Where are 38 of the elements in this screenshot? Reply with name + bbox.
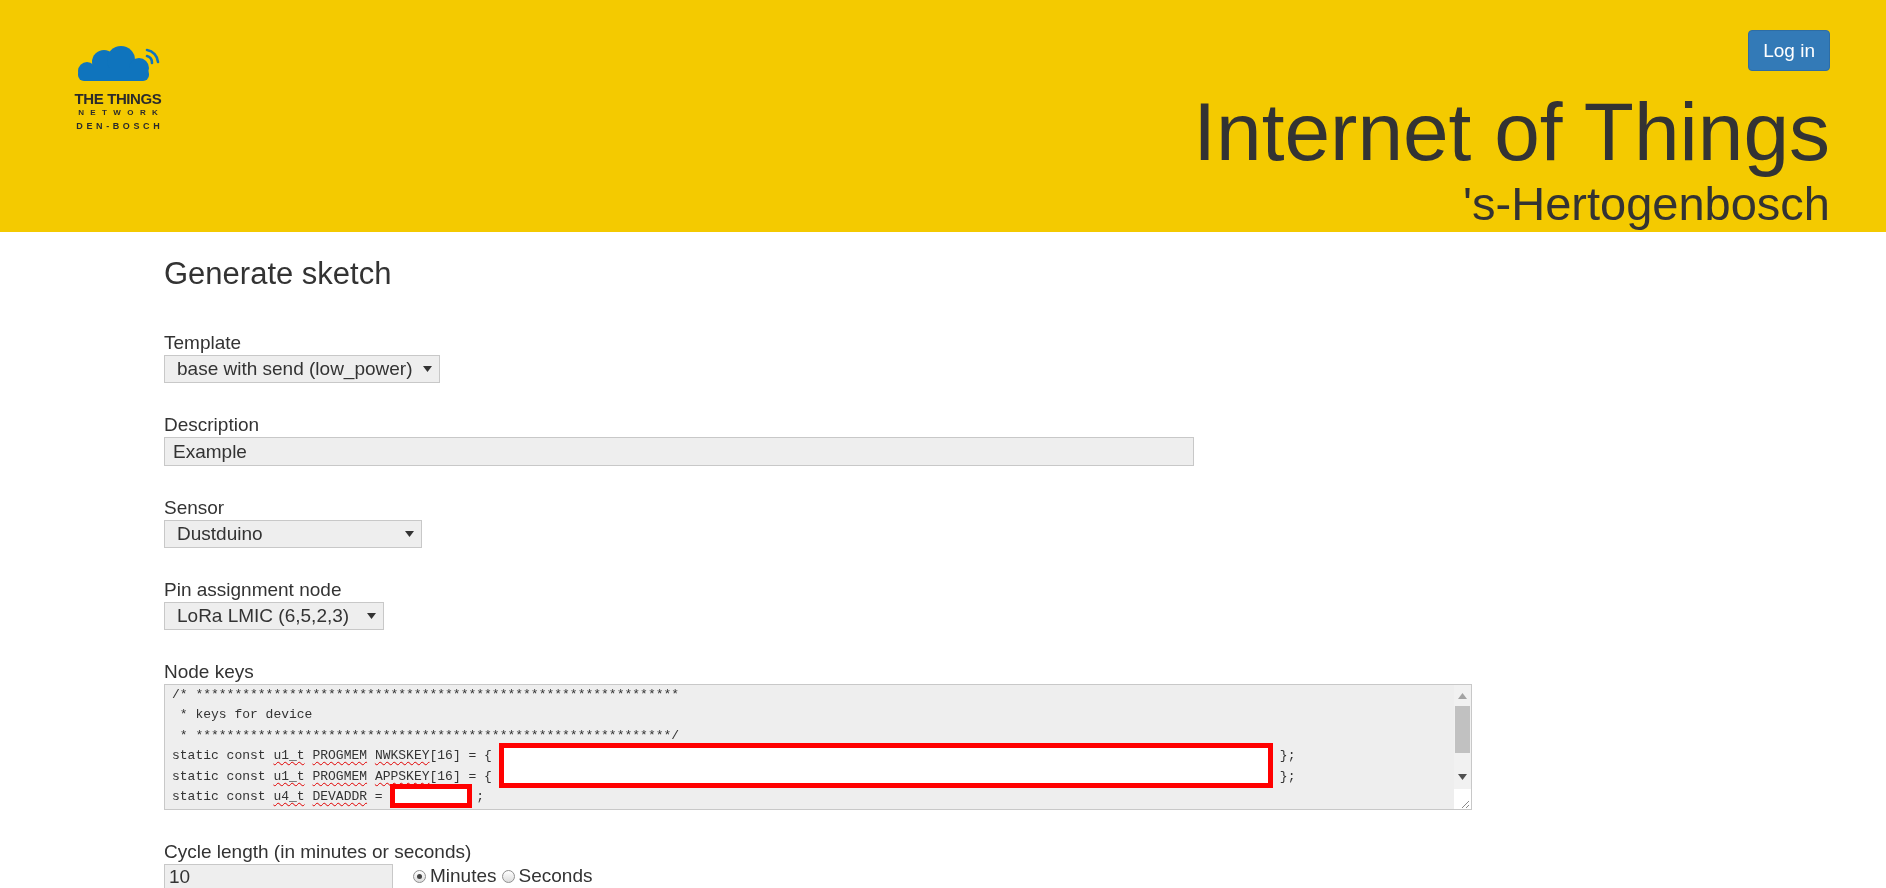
caret-icon [422,366,432,372]
logo-text: DEN-BOSCH [76,121,164,132]
code-line: static const u1_t PROGMEM APPSKEY[16] = { [172,768,492,784]
code-line: static const u4_t DEVADDR = [172,788,384,804]
login-button[interactable]: Log in [1748,30,1830,71]
scroll-down-icon[interactable] [1458,774,1467,780]
code-line: * keys for device [178,707,313,723]
logo-text: THE THINGS [74,91,162,106]
field-label: Cycle length (in minutes or seconds) [164,840,472,864]
cloud-signal-icon [75,46,161,81]
radio-label[interactable]: Seconds [518,865,593,887]
dropdown[interactable]: base with send (low_power) [164,355,440,383]
code-line: static const u1_t PROGMEM NWKSKEY[16] = { [172,748,492,764]
field-label: Description [164,413,260,437]
code-text-area[interactable] [164,684,1472,810]
radio-button[interactable] [413,869,426,883]
field-label: Template [164,331,242,355]
logo-text: NETWORK [78,108,165,118]
text-field[interactable]: Example [164,437,1194,466]
scrollbar-thumb[interactable] [1455,706,1470,753]
caret-icon [405,531,414,537]
caret-icon [367,613,376,619]
page-heading: Generate sketch [164,257,392,291]
number-field[interactable]: 10 [164,864,393,888]
field-label: Sensor [164,496,225,520]
code-text: }; [1279,748,1296,764]
radio-label[interactable]: Minutes [430,865,497,887]
scroll-up-icon[interactable] [1458,693,1467,699]
code-text: ; [476,788,485,804]
code-text: }; [1279,768,1296,784]
dropdown[interactable]: LoRa LMIC (6,5,2,3) [164,602,384,630]
resize-grip-icon[interactable] [1454,789,1471,809]
code-line: * *************************************************************/ [178,727,680,743]
field-label: Node keys [164,660,254,684]
field-label: Pin assignment node [164,578,342,602]
radio-button[interactable] [501,869,515,883]
code-line: /* ************************************************************** [172,687,680,702]
dropdown[interactable]: Dustduino [164,520,422,548]
